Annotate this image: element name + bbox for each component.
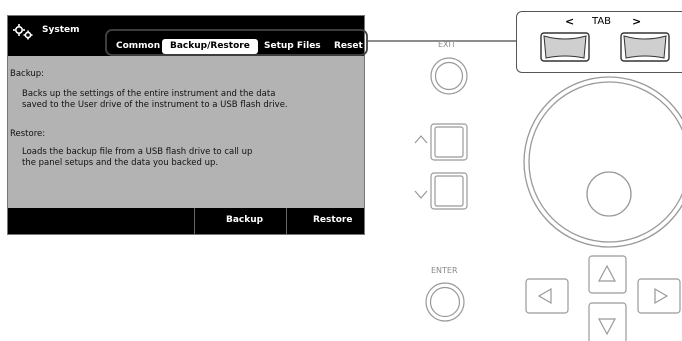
tab-left-button[interactable] xyxy=(540,32,590,62)
down-button[interactable] xyxy=(430,171,470,211)
cursor-down-button[interactable] xyxy=(588,302,628,341)
up-button[interactable] xyxy=(430,122,470,162)
tab-right-button[interactable] xyxy=(620,32,670,62)
tab-button-panel: < TAB > xyxy=(516,11,682,73)
exit-label: EXIT xyxy=(438,40,456,49)
data-dial[interactable] xyxy=(518,74,682,250)
enter-button[interactable] xyxy=(424,281,468,325)
cursor-left-button[interactable] xyxy=(525,278,569,318)
tab-label: TAB xyxy=(592,16,612,27)
cursor-up-button[interactable] xyxy=(588,255,628,295)
exit-button[interactable] xyxy=(429,56,469,96)
cursor-right-button[interactable] xyxy=(637,278,681,318)
enter-label: ENTER xyxy=(431,266,458,275)
tab-left-label: < xyxy=(565,15,575,28)
tab-right-label: > xyxy=(632,15,642,28)
